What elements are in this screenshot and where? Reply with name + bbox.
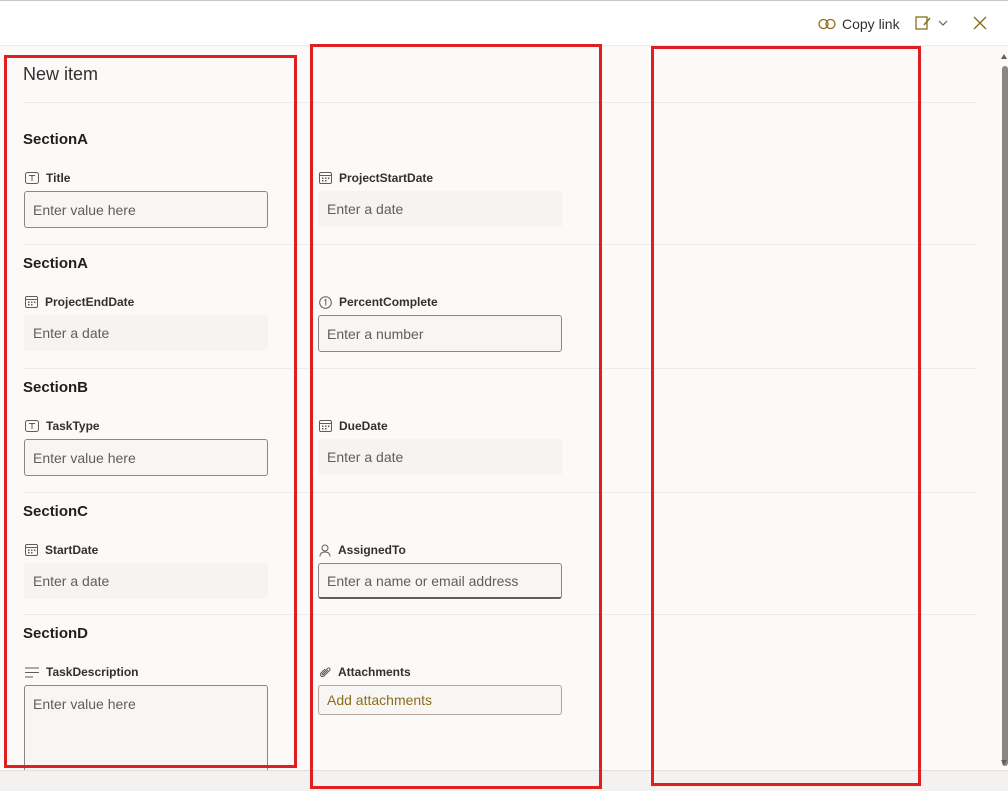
panel-header: Copy link — [0, 0, 1008, 46]
close-icon — [971, 14, 989, 32]
scrollbar-thumb[interactable] — [1002, 66, 1008, 766]
scroll-down-arrow-icon[interactable] — [1001, 760, 1007, 765]
task-description-label: TaskDescription — [25, 665, 138, 679]
title-field-label: Title — [25, 171, 70, 185]
assigned-to-input[interactable]: Enter a name or email address — [318, 563, 562, 599]
annotation-box-left-column — [4, 55, 297, 768]
project-start-date-label: ProjectStartDate — [319, 171, 433, 185]
divider — [23, 244, 976, 245]
section-title: SectionD — [23, 625, 89, 642]
edit-form-icon — [914, 14, 932, 32]
multiline-text-icon — [25, 667, 39, 678]
annotation-box-right-column — [651, 46, 921, 786]
percent-complete-label: PercentComplete — [319, 295, 438, 309]
task-type-label: TaskType — [25, 419, 100, 433]
chevron-down-icon — [938, 20, 948, 26]
section-title: SectionC — [23, 503, 89, 520]
percent-complete-input[interactable]: Enter a number — [318, 315, 562, 352]
page-title: New item — [23, 64, 99, 84]
divider — [23, 102, 976, 103]
copy-link-button[interactable]: Copy link — [818, 15, 900, 33]
due-date-input[interactable]: Enter a date — [318, 439, 562, 475]
text-field-icon — [25, 172, 39, 184]
person-icon — [319, 544, 331, 557]
divider — [23, 368, 976, 369]
calendar-icon — [25, 296, 38, 308]
attachments-label: Attachments — [319, 665, 411, 679]
project-end-date-input[interactable]: Enter a date — [24, 315, 268, 351]
due-date-label: DueDate — [319, 419, 388, 433]
close-button[interactable] — [971, 14, 989, 37]
project-end-date-label: ProjectEndDate — [25, 295, 134, 309]
scroll-up-arrow-icon[interactable] — [1001, 54, 1007, 59]
task-description-textarea[interactable]: Enter value here — [24, 685, 268, 775]
title-input[interactable]: Enter value here — [24, 191, 268, 228]
divider — [23, 614, 976, 615]
edit-form-button[interactable] — [914, 14, 948, 32]
project-start-date-input[interactable]: Enter a date — [318, 191, 562, 227]
add-attachments-button[interactable]: Add attachments — [318, 685, 562, 715]
calendar-icon — [319, 420, 332, 432]
start-date-input[interactable]: Enter a date — [24, 563, 268, 599]
vertical-scrollbar[interactable] — [1000, 52, 1008, 768]
paperclip-icon — [319, 666, 331, 679]
section-title: SectionB — [23, 379, 89, 396]
panel-footer — [0, 770, 1008, 791]
link-icon — [818, 18, 836, 30]
section-title: SectionA — [23, 255, 89, 272]
task-type-input[interactable]: Enter value here — [24, 439, 268, 476]
section-title: SectionA — [23, 131, 89, 148]
divider — [23, 492, 976, 493]
calendar-icon — [319, 172, 332, 184]
copy-link-label: Copy link — [842, 16, 900, 32]
assigned-to-label: AssignedTo — [319, 543, 406, 557]
text-field-icon — [25, 420, 39, 432]
start-date-label: StartDate — [25, 543, 98, 557]
calendar-icon — [25, 544, 38, 556]
number-icon — [319, 295, 332, 309]
